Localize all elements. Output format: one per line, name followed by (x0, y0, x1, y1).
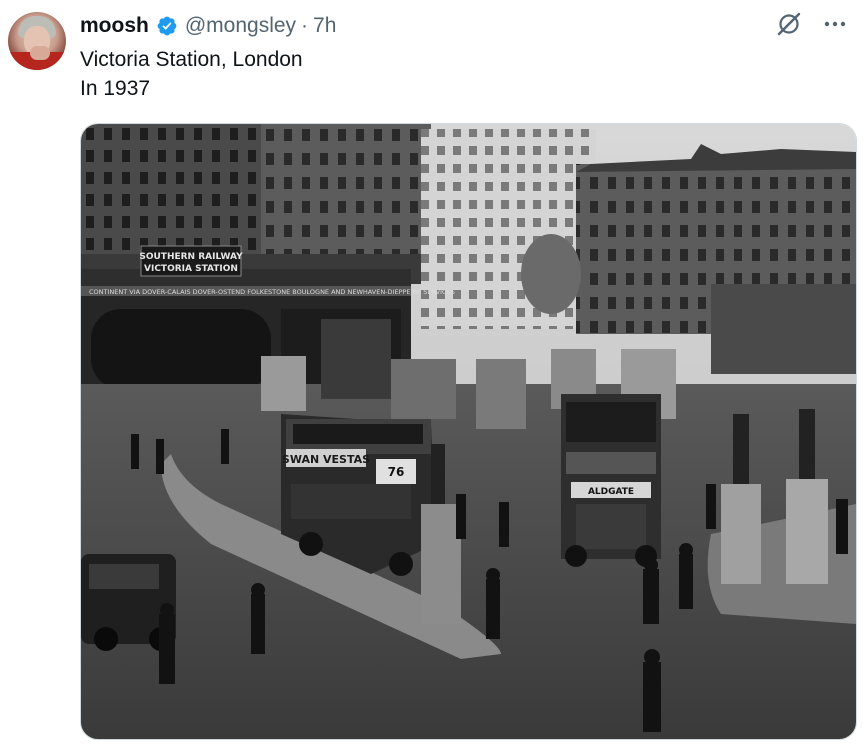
station-sign-line2: VICTORIA STATION (144, 264, 238, 274)
bus-destination: ALDGATE (588, 487, 634, 497)
station-sign-line1: SOUTHERN RAILWAY (139, 252, 243, 262)
more-icon[interactable] (821, 10, 849, 38)
pillar-right-1 (721, 484, 761, 584)
grok-icon[interactable] (775, 10, 803, 38)
bus-distant-1 (261, 356, 306, 411)
bus-aldgate: ALDGATE (561, 394, 661, 567)
photo-scene: CONTINENT VIA DOVER-CALAIS DOVER-OSTEND … (81, 124, 856, 739)
bus-swan-vestas: SWAN VESTAS 76 (281, 414, 436, 576)
station-building (81, 124, 261, 264)
separator-dot: · (301, 14, 309, 37)
bus-route-number: 76 (388, 465, 405, 479)
tweet-header: moosh @mongsley · 7h (80, 12, 336, 40)
tweet-text-line-1: Victoria Station, London (80, 48, 303, 71)
bus-ad-text: SWAN VESTAS (282, 453, 370, 466)
display-name[interactable]: moosh (80, 12, 149, 40)
pillar-left (421, 504, 461, 624)
tweet-photo[interactable]: CONTINENT VIA DOVER-CALAIS DOVER-OSTEND … (80, 123, 857, 740)
user-handle[interactable]: @mongsley (185, 12, 296, 40)
timestamp[interactable]: 7h (313, 12, 336, 40)
verified-icon (156, 15, 178, 37)
tweet-text-line-2: In 1937 (80, 77, 151, 100)
avatar-hand (30, 46, 50, 60)
avatar[interactable] (8, 12, 66, 70)
top-actions (775, 10, 849, 38)
station-banner: CONTINENT VIA DOVER-CALAIS DOVER-OSTEND … (89, 288, 455, 296)
tweet-text: Victoria Station, London In 1937 (80, 45, 303, 103)
